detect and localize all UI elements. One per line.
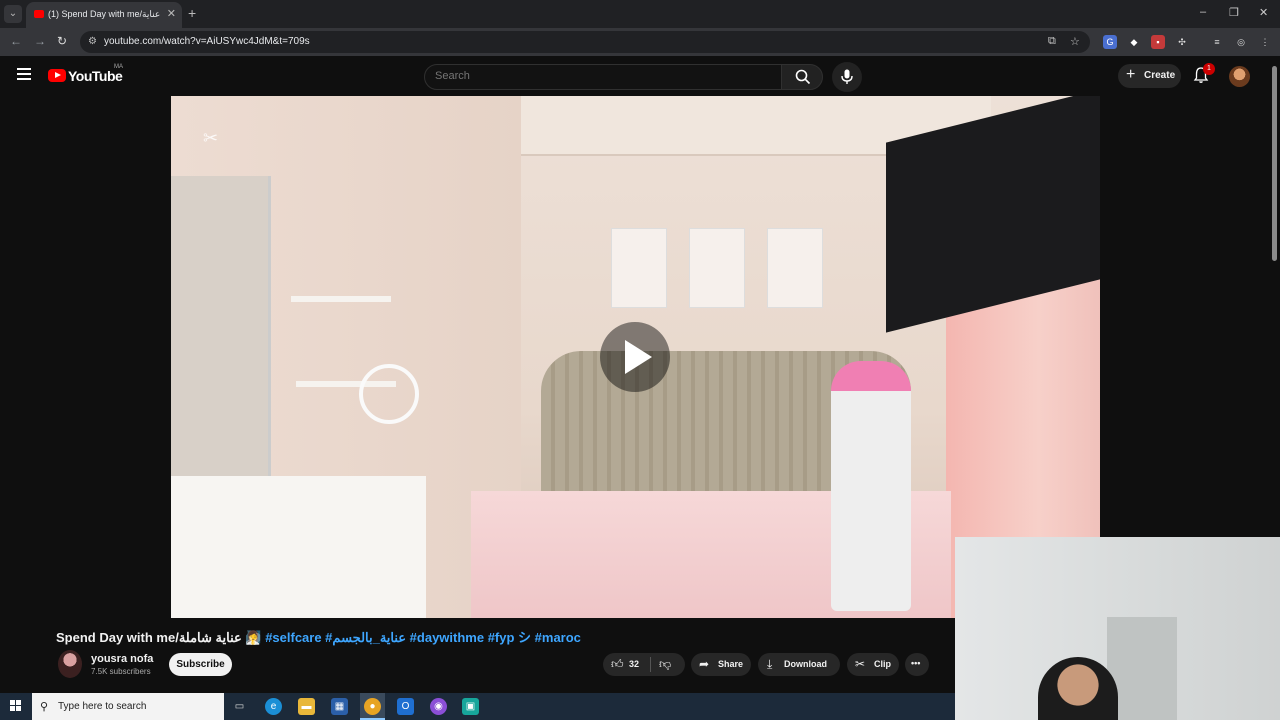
minimize-button[interactable]: – bbox=[1200, 6, 1206, 18]
forward-arrow-icon[interactable]: → bbox=[34, 34, 46, 48]
messenger-icon[interactable]: ◉ bbox=[430, 698, 447, 715]
share-arrow-icon: ➦ bbox=[699, 657, 710, 671]
video-scene-picture-frame bbox=[767, 228, 823, 308]
extension-red-icon[interactable]: ▪ bbox=[1151, 35, 1165, 49]
browser-tab-strip: ⌄ (1) Spend Day with me/عناية ✕ + – ❐ ✕ bbox=[0, 0, 1280, 28]
profile-icon[interactable]: ◎ bbox=[1234, 35, 1248, 49]
video-hashtags[interactable]: #selfcare #عناية_بالجسم #daywithme #fyp … bbox=[265, 630, 581, 645]
extensions-puzzle-icon[interactable]: ✣ bbox=[1175, 35, 1189, 49]
bookmark-star-icon[interactable]: ☆ bbox=[1070, 35, 1080, 48]
microphone-icon bbox=[841, 69, 853, 84]
edge-browser-icon[interactable]: e bbox=[265, 698, 282, 715]
windows-start-icon[interactable] bbox=[10, 700, 22, 712]
like-count[interactable]: 32 bbox=[629, 659, 639, 669]
page-scrollbar[interactable] bbox=[1272, 66, 1277, 261]
file-explorer-icon[interactable]: ▬ bbox=[298, 698, 315, 715]
channel-avatar[interactable] bbox=[58, 650, 82, 678]
video-scene-shelf bbox=[291, 296, 391, 302]
video-scene-ring-light bbox=[359, 364, 419, 424]
outlook-icon[interactable]: O bbox=[397, 698, 414, 715]
tab-search-dropdown[interactable]: ⌄ bbox=[4, 5, 22, 23]
youtube-logo-text: YouTube bbox=[68, 68, 123, 84]
search-box[interactable] bbox=[424, 64, 782, 90]
more-actions-button[interactable]: ••• bbox=[905, 653, 929, 676]
task-view-icon[interactable]: ▭ bbox=[231, 698, 248, 715]
account-avatar[interactable] bbox=[1229, 66, 1250, 87]
youtube-play-logo-icon bbox=[48, 69, 66, 82]
share-label: Share bbox=[718, 659, 744, 669]
like-thumb-up-icon[interactable]: 👍︎ bbox=[611, 657, 624, 672]
taskbar-app-icon[interactable]: ▣ bbox=[462, 698, 479, 715]
video-scene-dresser bbox=[171, 476, 426, 618]
install-app-icon[interactable]: ⧉ bbox=[1048, 35, 1056, 48]
video-scene-person bbox=[831, 361, 911, 611]
video-scene-mirror bbox=[171, 176, 271, 476]
chrome-browser-icon[interactable]: ● bbox=[364, 698, 381, 715]
webcam-scene-person bbox=[1038, 657, 1118, 720]
region-code: MA bbox=[114, 64, 123, 70]
search-button[interactable] bbox=[781, 64, 823, 90]
browser-tab-active[interactable]: (1) Spend Day with me/عناية ✕ bbox=[26, 2, 182, 28]
search-input[interactable] bbox=[435, 70, 765, 82]
youtube-header: YouTube MA + Create 1 bbox=[0, 56, 1280, 96]
menu-hamburger-icon[interactable] bbox=[17, 68, 31, 80]
close-window-button[interactable]: ✕ bbox=[1259, 6, 1268, 19]
play-button[interactable] bbox=[600, 322, 670, 392]
translate-extension-icon[interactable]: G bbox=[1103, 35, 1117, 49]
store-icon[interactable]: ▦ bbox=[331, 698, 348, 715]
clip-label: Clip bbox=[874, 659, 891, 669]
taskbar-search-box[interactable]: ⚲ Type here to search bbox=[32, 693, 224, 720]
tab-title: (1) Spend Day with me/عناية bbox=[48, 9, 161, 19]
reading-list-icon[interactable]: ≡ bbox=[1210, 35, 1224, 49]
browser-menu-icon[interactable]: ⋮ bbox=[1258, 35, 1272, 49]
reload-icon[interactable]: ↻ bbox=[57, 34, 67, 48]
like-dislike-group: 👍︎ 32 👎︎ bbox=[603, 653, 685, 676]
site-info-icon[interactable]: ⚙ bbox=[88, 36, 97, 47]
video-scene-picture-frame bbox=[689, 228, 745, 308]
capcut-watermark-icon: ✂ bbox=[203, 128, 219, 148]
video-scene-picture-frame bbox=[611, 228, 667, 308]
tab-close-icon[interactable]: ✕ bbox=[167, 7, 176, 20]
back-arrow-icon[interactable]: ← bbox=[10, 34, 22, 48]
download-icon: ⤓ bbox=[767, 657, 773, 671]
plus-icon: + bbox=[1126, 66, 1136, 83]
create-button[interactable]: + Create bbox=[1118, 64, 1181, 88]
address-bar[interactable]: ⚙ youtube.com/watch?v=AiUSYwc4JdM&t=709s… bbox=[80, 31, 1090, 53]
windows-taskbar: ⚲ Type here to search ▭ e ▬ ▦ ● O ◉ ▣ bbox=[0, 693, 955, 720]
download-button[interactable]: ⤓ Download bbox=[758, 653, 840, 676]
share-button[interactable]: ➦ Share bbox=[691, 653, 751, 676]
url-text[interactable]: youtube.com/watch?v=AiUSYwc4JdM&t=709s bbox=[104, 36, 310, 47]
taskbar-search-placeholder: Type here to search bbox=[58, 701, 147, 712]
browser-toolbar: ← → ↻ ⚙ youtube.com/watch?v=AiUSYwc4JdM&… bbox=[0, 28, 1280, 56]
more-dots-icon: ••• bbox=[911, 658, 921, 668]
subscriber-count: 7.5K subscribers bbox=[91, 667, 151, 676]
restore-button[interactable]: ❐ bbox=[1229, 6, 1239, 19]
taskbar-search-icon: ⚲ bbox=[40, 701, 49, 713]
subscribe-button[interactable]: Subscribe bbox=[169, 653, 232, 676]
webcam-overlay bbox=[955, 537, 1280, 720]
dislike-thumb-down-icon[interactable]: 👎︎ bbox=[659, 657, 671, 672]
video-title: Spend Day with me/عناية شاملة 🧖‍♀️ #self… bbox=[56, 627, 581, 646]
new-tab-button[interactable]: + bbox=[188, 5, 196, 21]
clip-button[interactable]: ✂ Clip bbox=[847, 653, 899, 676]
create-label: Create bbox=[1144, 70, 1176, 81]
download-label: Download bbox=[784, 659, 827, 669]
notification-count-badge: 1 bbox=[1203, 63, 1215, 75]
divider bbox=[650, 657, 651, 672]
voice-search-button[interactable] bbox=[832, 62, 862, 92]
search-icon bbox=[795, 69, 811, 85]
channel-name[interactable]: yousra nofa bbox=[91, 653, 153, 665]
youtube-favicon-icon bbox=[34, 10, 44, 18]
video-title-text: Spend Day with me/عناية شاملة 🧖‍♀️ bbox=[56, 630, 262, 645]
extension-diamond-icon[interactable]: ◆ bbox=[1127, 35, 1141, 49]
scissors-icon: ✂ bbox=[855, 657, 866, 671]
